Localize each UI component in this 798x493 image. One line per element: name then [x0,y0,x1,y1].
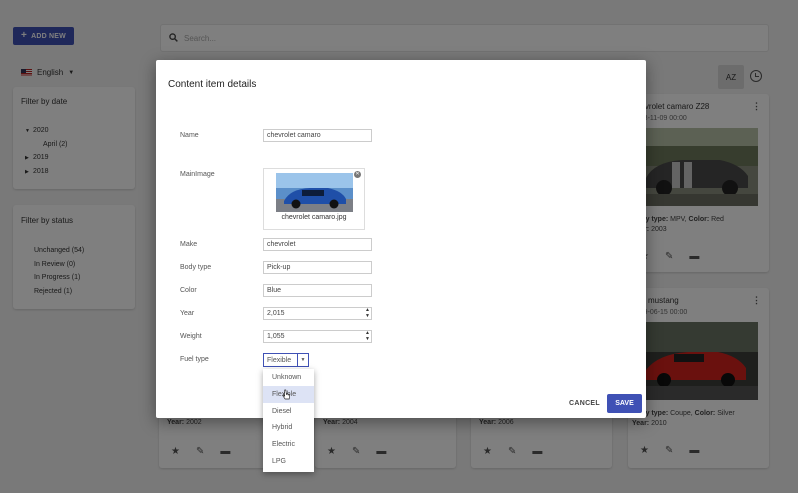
chevron-down-icon: ▼ [297,354,308,366]
fuel-type-select[interactable]: Flexible ▼ [263,353,309,367]
remove-image-icon[interactable]: ✕ [354,171,361,178]
main-image-label: MainImage [180,171,215,178]
image-filename: chevrolet camaro.jpg [281,214,347,221]
content-item-dialog: Content item details Name chevrolet cama… [156,60,646,418]
body-type-label: Body type [180,264,212,271]
fuel-type-value: Flexible [267,357,292,364]
year-stepper[interactable]: 2,015 ▲ ▼ [263,307,372,320]
name-field[interactable]: chevrolet camaro [263,129,372,142]
year-label: Year [180,310,195,317]
option-hybrid[interactable]: Hybrid [263,419,314,436]
option-diesel[interactable]: Diesel [263,403,314,420]
spinner-arrows-icon[interactable]: ▲ ▼ [365,330,370,342]
name-label: Name [180,132,199,139]
option-unknown[interactable]: Unknown [263,369,314,386]
option-electric[interactable]: Electric [263,436,314,453]
fuel-type-dropdown: Unknown Flexible Diesel Hybrid Electric … [263,369,314,472]
dialog-title: Content item details [168,79,257,90]
make-label: Make [180,241,198,248]
save-button[interactable]: SAVE [607,394,642,413]
weight-stepper[interactable]: 1,055 ▲ ▼ [263,330,372,343]
weight-value: 1,055 [267,333,285,340]
year-value: 2,015 [267,310,285,317]
option-lpg[interactable]: LPG [263,453,314,470]
color-label: Color [180,287,197,294]
make-field[interactable]: chevrolet [263,238,372,251]
cancel-button[interactable]: CANCEL [569,400,600,407]
color-field[interactable]: Blue [263,284,372,297]
body-type-field[interactable]: Pick-up [263,261,372,274]
image-thumbnail [276,173,353,212]
spinner-arrows-icon[interactable]: ▲ ▼ [365,307,370,319]
weight-label: Weight [180,333,202,340]
mouse-cursor-icon [282,389,290,400]
fuel-type-label: Fuel type [180,356,209,363]
main-image-preview[interactable]: ✕ chevrolet camaro.jpg [263,168,365,230]
